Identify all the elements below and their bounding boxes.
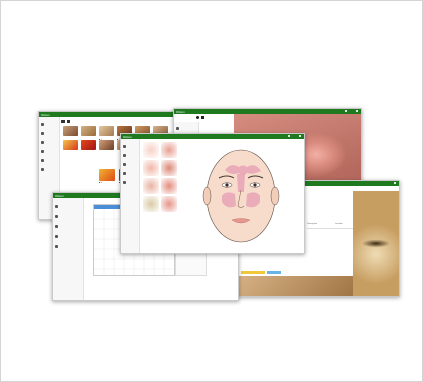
ear-left — [202, 186, 212, 206]
sidebar — [121, 139, 140, 253]
anatomy-thumbnail[interactable] — [143, 196, 159, 212]
report-image-bottom — [237, 276, 353, 296]
face-outline — [206, 149, 276, 243]
info-icon — [55, 245, 58, 248]
sidebar-item[interactable] — [41, 131, 44, 136]
minimize-icon[interactable] — [288, 135, 290, 137]
toolbar-camera-icon[interactable] — [61, 120, 65, 123]
sidebar-item[interactable] — [123, 180, 126, 185]
anatomy-thumbnail[interactable] — [143, 142, 159, 158]
sidebar-item[interactable] — [41, 122, 46, 127]
face-sinus-illustration[interactable] — [181, 140, 301, 252]
sidebar-item[interactable] — [41, 149, 44, 154]
sidebar-item[interactable] — [55, 244, 58, 249]
anatomy-thumbnail[interactable] — [143, 178, 159, 194]
ethmoid-sinus — [237, 174, 245, 192]
title-bar: Oticon — [39, 112, 179, 117]
window-title: Oticon — [176, 109, 185, 114]
capture-icon — [41, 132, 44, 135]
sidebar-item[interactable] — [55, 234, 58, 239]
capture-icon — [123, 154, 126, 157]
report-icon — [55, 225, 58, 228]
anatomy-thumbnail[interactable] — [161, 178, 177, 194]
patient-icon — [123, 145, 126, 148]
info-icon — [41, 168, 44, 171]
window-title: Oticon — [123, 134, 132, 139]
sidebar-item[interactable] — [123, 144, 126, 149]
status-strip — [267, 271, 281, 274]
video-icon — [176, 127, 179, 130]
report-image[interactable] — [353, 191, 399, 296]
column-header: Description — [307, 223, 318, 225]
image-thumbnail[interactable] — [81, 126, 96, 136]
sidebar-item[interactable] — [41, 140, 44, 145]
patient-icon — [55, 205, 58, 208]
gallery-icon — [41, 141, 44, 144]
anatomy-thumbnail[interactable] — [161, 196, 177, 212]
sidebar-item[interactable] — [176, 126, 179, 131]
close-icon[interactable] — [356, 110, 358, 112]
anatomy-thumbnail[interactable] — [161, 142, 177, 158]
anatomy-thumbnail[interactable] — [161, 160, 177, 176]
sidebar-item[interactable] — [123, 153, 126, 158]
anatomy-icon — [123, 172, 126, 175]
sidebar-item[interactable] — [123, 162, 126, 167]
image-thumbnail[interactable] — [99, 140, 114, 150]
gallery-icon — [123, 163, 126, 166]
settings-icon — [55, 235, 58, 238]
history-icon — [55, 215, 58, 218]
image-thumbnail[interactable] — [63, 126, 78, 136]
window-title: Oticon — [55, 193, 64, 198]
minimize-icon[interactable] — [345, 110, 347, 112]
image-thumbnail[interactable] — [63, 140, 78, 150]
settings-icon — [123, 181, 126, 184]
sidebar-item[interactable] — [123, 171, 126, 176]
image-thumbnail[interactable] — [81, 140, 96, 150]
snapshot-icon[interactable] — [201, 116, 204, 119]
ear-right — [270, 186, 280, 206]
record-icon[interactable] — [196, 116, 199, 119]
sidebar-item[interactable] — [41, 167, 44, 172]
column-header: Location — [335, 223, 343, 225]
anatomy-window: Oticon — [120, 133, 305, 254]
status-strip — [241, 271, 265, 274]
sidebar-item[interactable] — [55, 204, 58, 209]
sidebar-item[interactable] — [41, 158, 44, 163]
report-icon — [41, 150, 44, 153]
title-bar: Oticon — [121, 134, 304, 139]
thumb-label: ■ 4 — [99, 182, 102, 184]
patient-icon — [41, 123, 44, 126]
sidebar — [53, 198, 84, 300]
image-thumbnail[interactable] — [99, 169, 115, 181]
close-icon[interactable] — [394, 182, 396, 184]
toolbar-save-icon[interactable] — [67, 120, 70, 123]
settings-icon — [41, 159, 44, 162]
sidebar-item[interactable] — [55, 214, 58, 219]
anatomy-thumbnail[interactable] — [143, 160, 159, 176]
window-title: Oticon — [41, 112, 50, 117]
sidebar-item[interactable] — [55, 224, 58, 229]
close-icon[interactable] — [299, 135, 301, 137]
thumb-label: ■ 1 — [99, 139, 102, 141]
image-thumbnail[interactable] — [99, 126, 114, 136]
